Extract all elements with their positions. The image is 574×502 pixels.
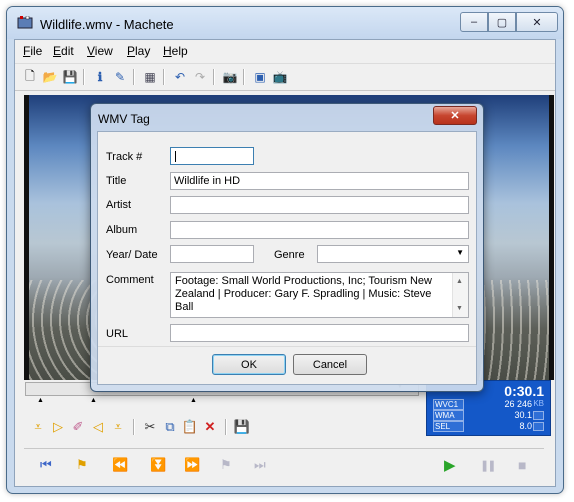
close-button[interactable]: ✕ xyxy=(516,12,558,32)
marker-tick: ▲ xyxy=(90,397,97,404)
maximize-button[interactable]: ▢ xyxy=(488,12,516,32)
text-caret xyxy=(175,151,176,162)
dialog-separator xyxy=(98,346,476,347)
info-row-audio: WMA 30.1 xyxy=(433,410,544,421)
pause-icon[interactable]: ❚❚ xyxy=(480,458,497,472)
save-icon[interactable]: 💾 xyxy=(61,68,79,86)
info-label: WMA xyxy=(433,410,464,421)
film-app-icon xyxy=(17,16,33,29)
toolbar-separator xyxy=(163,69,165,85)
toolbar-separator xyxy=(213,69,215,85)
redo-icon[interactable]: ↷ xyxy=(191,68,209,86)
properties-icon[interactable]: ▦ xyxy=(141,68,159,86)
url-label: URL xyxy=(106,328,129,340)
open-icon[interactable]: 📂 xyxy=(41,68,59,86)
stop-icon[interactable]: ■ xyxy=(518,457,527,473)
info-label: SEL xyxy=(433,421,464,432)
dialog-body: Track # Title Wildlife in HD Artist Albu… xyxy=(97,131,477,385)
menu-edit[interactable]: Edit xyxy=(53,44,74,58)
mark-start-icon[interactable]: ▷ xyxy=(49,418,67,436)
audio-indicator-icon xyxy=(533,411,544,420)
current-time: 0:30.1 xyxy=(504,383,544,399)
scroll-up-icon[interactable]: ▲ xyxy=(456,275,463,288)
dropdown-arrow-icon[interactable]: ▼ xyxy=(456,248,464,257)
toolbar-separator xyxy=(83,69,85,85)
delete-icon[interactable]: ✕ xyxy=(201,418,219,436)
menu-file[interactable]: File xyxy=(23,44,42,58)
step-icon[interactable]: ⏬ xyxy=(150,457,166,472)
copy-icon[interactable]: ⧉ xyxy=(161,418,179,436)
genre-label: Genre xyxy=(274,249,305,261)
artist-field[interactable] xyxy=(170,196,469,214)
menu-help[interactable]: Help xyxy=(163,44,188,58)
transport-bar: ⏮ ⚑ ⏪ ⏬ ⏩ ⚑ ⏭ ▶ ❚❚ ■ xyxy=(24,448,544,479)
snapshot-icon[interactable]: 📷 xyxy=(221,68,239,86)
info-value: 30.1 xyxy=(514,410,532,420)
paste-icon[interactable]: 📋 xyxy=(181,418,199,436)
dialog-title: WMV Tag xyxy=(98,112,150,126)
minimize-button[interactable]: – xyxy=(460,12,488,32)
year-field[interactable] xyxy=(170,245,254,263)
wmv-tag-dialog: WMV Tag ✕ Track # Title Wildlife in HD A… xyxy=(90,103,484,392)
window-title: Wildlife.wmv - Machete xyxy=(40,17,174,32)
selection-start-tick: ▲ xyxy=(37,397,44,404)
toolbar-separator xyxy=(225,419,227,435)
undo-icon[interactable]: ↶ xyxy=(171,68,189,86)
title-bar[interactable]: Wildlife.wmv - Machete – ▢ ✕ xyxy=(7,7,563,39)
forward-icon[interactable]: ⏩ xyxy=(184,457,200,472)
save-selection-icon[interactable]: 💾 xyxy=(233,418,251,436)
album-label: Album xyxy=(106,224,138,236)
comment-value: Footage: Small World Productions, Inc; T… xyxy=(175,275,432,313)
play-icon[interactable]: ▶ xyxy=(444,457,455,474)
toolbar-separator xyxy=(133,419,135,435)
info-unit: KB xyxy=(533,399,544,408)
track-field[interactable] xyxy=(170,147,254,165)
menu-bar: File Edit View Play Help xyxy=(15,40,555,62)
cancel-button[interactable]: Cancel xyxy=(293,354,367,375)
toolbar: 🗋 📂 💾 ℹ ✎ ▦ ↶ ↷ 📷 ▣ 📺 xyxy=(15,63,555,91)
info-label: WVC1 xyxy=(433,399,464,410)
go-mark-out-icon[interactable]: ⚑ xyxy=(220,457,232,472)
toolbar-separator xyxy=(243,69,245,85)
menu-view[interactable]: View xyxy=(87,44,113,58)
year-label: Year/ Date xyxy=(106,249,158,261)
clip-icon[interactable]: 📺 xyxy=(271,68,289,86)
comment-field[interactable]: Footage: Small World Productions, Inc; T… xyxy=(170,272,469,318)
genre-select[interactable]: ▼ xyxy=(317,245,469,263)
info-row-selection: SEL 8.0 xyxy=(433,421,544,432)
info-row-video: WVC1 26 246 KB xyxy=(433,399,544,410)
mark-in-icon[interactable]: ⩡ xyxy=(29,418,47,436)
info-value: 8.0 xyxy=(519,421,532,431)
menu-play[interactable]: Play xyxy=(127,44,150,58)
export-frame-icon[interactable]: ▣ xyxy=(251,68,269,86)
artist-label: Artist xyxy=(106,199,132,211)
cut-icon[interactable]: ✂ xyxy=(141,418,159,436)
rewind-icon[interactable]: ⏪ xyxy=(112,457,128,472)
toolbar-separator xyxy=(133,69,135,85)
eraser-icon[interactable]: ✐ xyxy=(69,418,87,436)
go-first-icon[interactable]: ⏮ xyxy=(40,457,52,472)
dialog-close-button[interactable]: ✕ xyxy=(433,106,477,125)
scroll-down-icon[interactable]: ▼ xyxy=(456,302,463,315)
url-field[interactable] xyxy=(170,324,469,342)
mark-end-icon[interactable]: ◁ xyxy=(89,418,107,436)
go-last-icon[interactable]: ⏭ xyxy=(254,457,266,472)
comment-label: Comment xyxy=(106,274,154,286)
ok-button[interactable]: OK xyxy=(212,354,286,375)
go-mark-in-icon[interactable]: ⚑ xyxy=(76,457,88,472)
title-field[interactable]: Wildlife in HD xyxy=(170,172,469,190)
info-value: 26 246 xyxy=(504,399,532,409)
mark-out-icon[interactable]: ⩡ xyxy=(109,418,127,436)
selection-indicator-icon xyxy=(533,422,544,431)
track-label: Track # xyxy=(106,151,143,163)
title-label: Title xyxy=(106,175,127,187)
comment-scrollbar[interactable]: ▲ ▼ xyxy=(452,273,468,317)
album-field[interactable] xyxy=(170,221,469,239)
new-icon[interactable]: 🗋 xyxy=(21,68,39,86)
selection-end-tick: ▲ xyxy=(190,397,197,404)
edit-tags-icon[interactable]: ✎ xyxy=(111,68,129,86)
info-icon[interactable]: ℹ xyxy=(91,68,109,86)
